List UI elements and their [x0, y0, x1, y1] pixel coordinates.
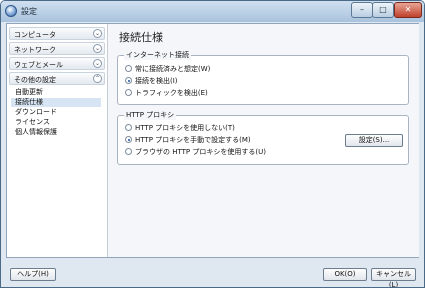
category-label: コンピュータ [14, 31, 56, 39]
radio-label: トラフィックを検出(E) [135, 89, 208, 97]
group-legend: インターネット接続 [124, 51, 191, 60]
category-other-settings[interactable]: その他の設定 ⌃ [9, 72, 105, 85]
proxy-settings-button[interactable]: 設定(S)... [345, 134, 403, 147]
page-title: 接続仕様 [119, 31, 163, 44]
category-label: ネットワーク [14, 46, 56, 54]
radio-label: ブラウザの HTTP プロキシを使用する(U) [135, 148, 266, 156]
settings-panel: 接続仕様 インターネット接続 常に接続済みと想定(W) 接続を検出(I) トラフ… [108, 24, 419, 257]
sidebar-item-license[interactable]: ライセンス [13, 118, 52, 127]
internet-connection-group: インターネット接続 常に接続済みと想定(W) 接続を検出(I) トラフィックを検… [117, 51, 409, 105]
category-label: ウェブとメール [14, 61, 63, 69]
radio-manual-proxy[interactable]: HTTP プロキシを手動で設定する(M) [125, 136, 251, 145]
category-network[interactable]: ネットワーク ⌄ [9, 42, 105, 55]
group-legend: HTTP プロキシ [124, 111, 177, 120]
radio-label: 接続を検出(I) [135, 77, 178, 85]
title-bar[interactable]: 設定 – □ ✕ [1, 1, 424, 22]
help-button[interactable]: ヘルプ(H) [10, 268, 56, 281]
radio-icon [125, 124, 132, 131]
category-computer[interactable]: コンピュータ ⌄ [9, 27, 105, 40]
chevron-down-icon: ⌄ [93, 59, 102, 68]
ok-button[interactable]: OK(O) [323, 268, 367, 281]
window-title: 設定 [21, 7, 37, 16]
category-label: その他の設定 [14, 76, 56, 84]
maximize-button[interactable]: □ [372, 2, 394, 18]
sidebar-item-connection[interactable]: 接続仕様 [11, 98, 101, 107]
chevron-down-icon: ⌄ [93, 44, 102, 53]
radio-detect-traffic[interactable]: トラフィックを検出(E) [125, 89, 208, 98]
chevron-down-icon: ⌄ [93, 29, 102, 38]
radio-browser-proxy[interactable]: ブラウザの HTTP プロキシを使用する(U) [125, 148, 266, 157]
radio-label: HTTP プロキシを手動で設定する(M) [135, 136, 251, 144]
category-web-mail[interactable]: ウェブとメール ⌄ [9, 57, 105, 70]
radio-label: HTTP プロキシを使用しない(T) [135, 124, 235, 132]
radio-always-connected[interactable]: 常に接続済みと想定(W) [125, 65, 210, 74]
dialog-footer: ヘルプ(H) OK(O) キャンセル(L) [1, 259, 424, 287]
chevron-up-icon: ⌃ [93, 74, 102, 83]
radio-label: 常に接続済みと想定(W) [135, 65, 211, 73]
radio-selected-icon [125, 77, 132, 84]
radio-icon [125, 89, 132, 96]
app-icon [5, 5, 17, 17]
close-button[interactable]: ✕ [394, 2, 422, 18]
minimize-button[interactable]: – [351, 2, 373, 18]
radio-icon [125, 65, 132, 72]
radio-detect-connection[interactable]: 接続を検出(I) [125, 77, 178, 86]
settings-window: 設定 – □ ✕ コンピュータ ⌄ ネットワーク ⌄ ウェブとメール ⌄ その他… [0, 0, 425, 288]
radio-no-proxy[interactable]: HTTP プロキシを使用しない(T) [125, 124, 235, 133]
radio-selected-icon [125, 136, 132, 143]
sidebar: コンピュータ ⌄ ネットワーク ⌄ ウェブとメール ⌄ その他の設定 ⌃ 自動更… [7, 24, 108, 257]
sidebar-item-download[interactable]: ダウンロード [13, 108, 59, 117]
http-proxy-group: HTTP プロキシ HTTP プロキシを使用しない(T) HTTP プロキシを手… [117, 111, 409, 165]
sidebar-item-privacy[interactable]: 個人情報保護 [13, 128, 59, 137]
sidebar-item-auto-update[interactable]: 自動更新 [13, 88, 45, 97]
dialog-content: コンピュータ ⌄ ネットワーク ⌄ ウェブとメール ⌄ その他の設定 ⌃ 自動更… [6, 23, 419, 258]
cancel-button[interactable]: キャンセル(L) [371, 268, 416, 287]
radio-icon [125, 148, 132, 155]
